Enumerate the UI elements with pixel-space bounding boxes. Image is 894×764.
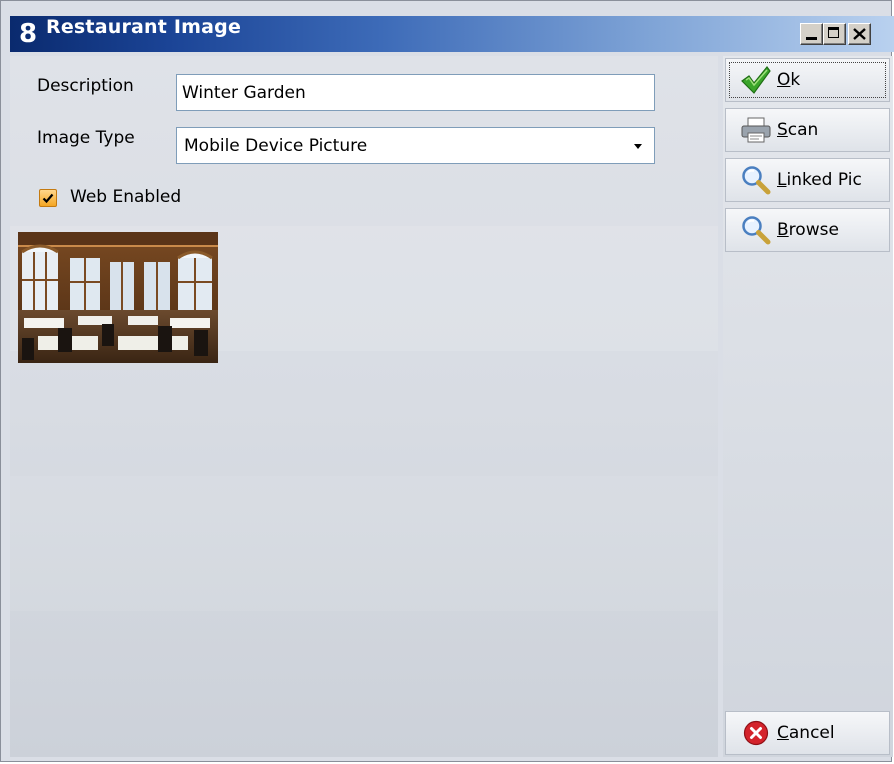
web-enabled-label[interactable]: Web Enabled	[70, 187, 181, 207]
main-panel: Description Image Type Mobile Device Pic…	[10, 56, 718, 757]
linked-pic-label: Linked Pic	[777, 170, 862, 190]
ok-button[interactable]: Ok	[725, 58, 890, 102]
magnifier-icon	[739, 163, 773, 197]
button-column: Ok Scan Linked Pic Browse Cancel	[723, 56, 893, 757]
app-logo-text: 8	[18, 19, 38, 49]
printer-icon	[739, 113, 773, 147]
close-button[interactable]	[848, 23, 871, 45]
description-input[interactable]	[176, 74, 655, 111]
browse-label: Browse	[777, 220, 839, 240]
checkmark-icon	[739, 63, 773, 97]
cancel-icon	[739, 716, 773, 750]
magnifier-icon	[739, 213, 773, 247]
background-band	[10, 476, 718, 611]
linked-pic-button[interactable]: Linked Pic	[725, 158, 890, 202]
description-label: Description	[37, 76, 134, 96]
web-enabled-checkbox[interactable]	[39, 189, 57, 207]
image-type-label: Image Type	[37, 128, 135, 148]
chevron-down-icon[interactable]	[634, 144, 642, 149]
close-icon	[853, 28, 866, 40]
maximize-button[interactable]	[823, 23, 846, 45]
cancel-button[interactable]: Cancel	[725, 711, 890, 755]
scan-label: Scan	[777, 120, 819, 140]
restaurant-photo	[18, 232, 218, 363]
ok-label: Ok	[777, 70, 801, 90]
app-logo-icon: 8	[17, 19, 39, 49]
restaurant-image-window: 8 Restaurant Image Description Image Typ…	[0, 0, 894, 762]
scan-button[interactable]: Scan	[725, 108, 890, 152]
minimize-button[interactable]	[800, 23, 823, 45]
title-bar[interactable]: 8 Restaurant Image	[10, 16, 894, 52]
checkmark-icon	[42, 193, 54, 204]
window-title: Restaurant Image	[46, 16, 242, 38]
cancel-label: Cancel	[777, 723, 835, 743]
image-type-value: Mobile Device Picture	[184, 136, 368, 156]
browse-button[interactable]: Browse	[725, 208, 890, 252]
image-type-select[interactable]: Mobile Device Picture	[176, 127, 655, 164]
